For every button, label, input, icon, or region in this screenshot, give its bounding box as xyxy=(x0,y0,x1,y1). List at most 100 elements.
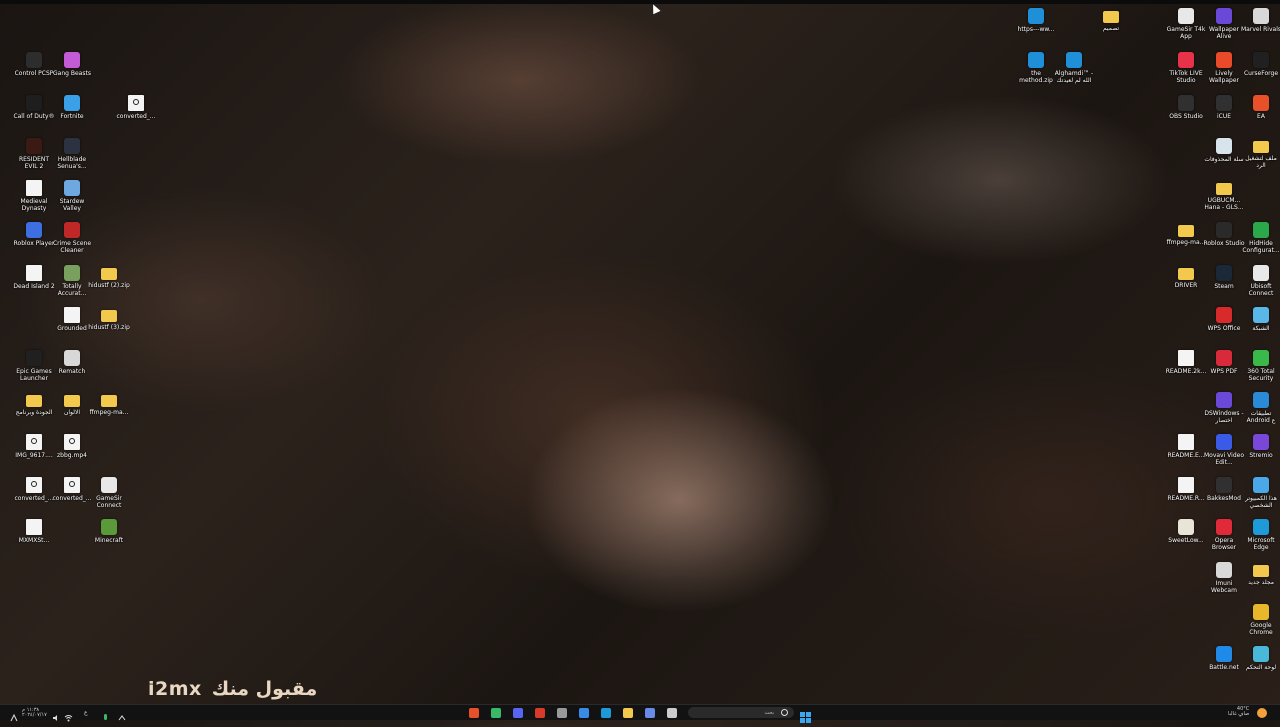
desktop-icon[interactable]: ffmpeg-ma... xyxy=(1165,222,1207,246)
desktop-icon[interactable]: GameSir Connect xyxy=(88,477,130,509)
desktop-icon[interactable]: Epic Games Launcher xyxy=(13,350,55,382)
desktop-icon-label: RESIDENT EVIL 2 xyxy=(18,156,50,170)
desktop-icon[interactable]: الالوان xyxy=(51,392,93,416)
start-button[interactable] xyxy=(800,708,811,723)
file-explorer-icon[interactable] xyxy=(623,708,633,718)
desktop-icon[interactable]: MXMXSt... xyxy=(13,519,55,544)
desktop-icon[interactable]: Call of Duty® xyxy=(13,95,55,120)
desktop-icon[interactable]: converted_... xyxy=(13,477,55,502)
desktop-icon[interactable]: OBS Studio xyxy=(1165,95,1207,120)
desktop-icon[interactable]: zbbg.mp4 xyxy=(51,434,93,459)
desktop-icon-label: 360 Total Security xyxy=(1247,368,1275,382)
desktop-icon[interactable]: ffmpeg-ma... xyxy=(88,392,130,416)
desktop-icon[interactable]: Steam xyxy=(1203,265,1245,290)
desktop-icon[interactable]: RESIDENT EVIL 2 xyxy=(13,138,55,170)
desktop-icon[interactable]: WPS Office xyxy=(1203,307,1245,332)
watermark-arabic: مقبول منك xyxy=(211,678,318,700)
desktop-icon[interactable]: Grounded xyxy=(51,307,93,332)
desktop-icon[interactable]: TikTok LIVE Studio xyxy=(1165,52,1207,84)
desktop-icon[interactable]: EA xyxy=(1240,95,1280,120)
desktop-icon[interactable]: Alghamdi™ - الله لم لعيدتك xyxy=(1053,52,1095,84)
desktop-icon[interactable]: Crime Scene Cleaner xyxy=(51,222,93,254)
desktop-icon[interactable]: README.2k... xyxy=(1165,350,1207,375)
desktop-icon[interactable]: HidHide Configurat... xyxy=(1240,222,1280,254)
desktop-icon[interactable]: 360 Total Security xyxy=(1240,350,1280,382)
gamesir-icon[interactable] xyxy=(491,708,501,718)
desktop-icon[interactable]: تصميم xyxy=(1090,8,1132,32)
desktop-icon[interactable]: converted_... xyxy=(51,477,93,502)
speaker-icon[interactable] xyxy=(52,708,60,721)
desktop-icon[interactable]: الجودة وبرنامج xyxy=(13,392,55,416)
wifi-icon[interactable] xyxy=(64,708,73,722)
desktop-icon[interactable]: Control PCSP xyxy=(13,52,55,77)
weather-widget[interactable]: 40°C صافٍ غالبا xyxy=(1228,707,1249,717)
desktop-icon[interactable]: hidustf (3).zip xyxy=(88,307,130,331)
desktop-icon[interactable]: لوحة التحكم xyxy=(1240,646,1280,671)
desktop-icon[interactable]: Gang Beasts xyxy=(51,52,93,77)
desktop-icon[interactable]: مجلد جديد xyxy=(1240,562,1280,586)
app-icon xyxy=(101,519,117,535)
desktop-icon[interactable]: Stremio xyxy=(1240,434,1280,459)
desktop-icon[interactable]: SweetLow... xyxy=(1165,519,1207,544)
brave-icon[interactable] xyxy=(469,708,479,718)
desktop-icon[interactable]: Imuni Webcam xyxy=(1203,562,1245,594)
chevron-up-icon[interactable] xyxy=(118,708,126,721)
desktop-icon[interactable]: README.R... xyxy=(1165,477,1207,502)
copilot-icon[interactable] xyxy=(645,708,655,718)
desktop-icon[interactable]: DRIVER xyxy=(1165,265,1207,289)
desktop-icon-label: لوحة التحكم xyxy=(1245,664,1277,671)
desktop-icon[interactable]: BakkesMod xyxy=(1203,477,1245,502)
edge-icon[interactable] xyxy=(601,708,611,718)
desktop-icon[interactable]: Movavi Video Edit... xyxy=(1203,434,1245,466)
desktop-icon[interactable]: Roblox Studio xyxy=(1203,222,1245,247)
desktop-icon[interactable]: Battle.net xyxy=(1203,646,1245,671)
desktop-icon[interactable]: Stardew Valley xyxy=(51,180,93,212)
desktop-icon[interactable]: Ubisoft Connect xyxy=(1240,265,1280,297)
desktop-icon[interactable]: WPS PDF xyxy=(1203,350,1245,375)
store-icon[interactable] xyxy=(579,708,589,718)
settings-icon[interactable] xyxy=(557,708,567,718)
desktop-icon[interactable]: IMG_9617.... xyxy=(13,434,55,459)
desktop-icon[interactable]: the method.zip xyxy=(1015,52,1057,84)
desktop-icon-label: الالوان xyxy=(63,409,81,416)
desktop-icon[interactable]: Fortnite xyxy=(51,95,93,120)
desktop-icon[interactable]: Medieval Dynasty xyxy=(13,180,55,212)
desktop-icon[interactable]: Marvel Rivals xyxy=(1240,8,1280,33)
desktop-icon[interactable]: Totally Accurat... xyxy=(51,265,93,297)
desktop-icon[interactable]: Google Chrome xyxy=(1240,604,1280,636)
file-icon xyxy=(64,307,80,323)
task-view-icon[interactable] xyxy=(667,708,677,718)
desktop-icon[interactable]: الشبكة xyxy=(1240,307,1280,332)
desktop-icon[interactable]: هذا الكمبيوتر الشخصي xyxy=(1240,477,1280,509)
desktop-icon[interactable]: ملف لتشغيل الرد xyxy=(1240,138,1280,169)
desktop-icon[interactable]: سلة المحذوفات xyxy=(1203,138,1245,163)
desktop-icon[interactable]: Hellblade Senua's... xyxy=(51,138,93,170)
desktop-icon-label: Movavi Video Edit... xyxy=(1203,452,1244,466)
desktop-icon[interactable]: UGBUCM... Hana - GLS... xyxy=(1203,180,1245,211)
desktop-icon[interactable]: Microsoft Edge xyxy=(1240,519,1280,551)
desktop-icon[interactable]: Dead Island 2 xyxy=(13,265,55,290)
search-box[interactable]: بحث xyxy=(688,707,794,718)
desktop-icon[interactable]: DSWindows - اختصار xyxy=(1203,392,1245,424)
desktop-icon-label: Battle.net xyxy=(1209,664,1239,671)
brave-alt-icon[interactable] xyxy=(535,708,545,718)
desktop-icon[interactable]: CurseForge xyxy=(1240,52,1280,77)
desktop-icon[interactable]: README.E... xyxy=(1165,434,1207,459)
desktop-icon[interactable]: Lively Wallpaper xyxy=(1203,52,1245,84)
desktop-icon[interactable]: Opera Browser xyxy=(1203,519,1245,551)
chevron-up-left-icon[interactable] xyxy=(10,708,18,722)
clock[interactable]: ١١:٣٨ م ٢٠٢٤/٠٧/١٧ xyxy=(22,708,47,718)
desktop-icon[interactable]: Minecraft xyxy=(88,519,130,544)
microphone-icon[interactable] xyxy=(102,708,109,720)
desktop-icon[interactable]: iCUE xyxy=(1203,95,1245,120)
language-indicator[interactable]: ع xyxy=(84,710,88,720)
discord-icon[interactable] xyxy=(513,708,523,718)
desktop-icon[interactable]: Rematch xyxy=(51,350,93,375)
desktop-icon[interactable]: converted_... xyxy=(115,95,157,120)
desktop-icon[interactable]: Wallpaper Alive xyxy=(1203,8,1245,40)
desktop-icon[interactable]: hidustf (2).zip xyxy=(88,265,130,289)
desktop-icon[interactable]: تطبيقات Android ع xyxy=(1240,392,1280,424)
desktop-icon[interactable]: GameSir T4k App xyxy=(1165,8,1207,40)
desktop-icon[interactable]: Roblox Player xyxy=(13,222,55,247)
desktop-icon[interactable]: https---ww... xyxy=(1015,8,1057,33)
